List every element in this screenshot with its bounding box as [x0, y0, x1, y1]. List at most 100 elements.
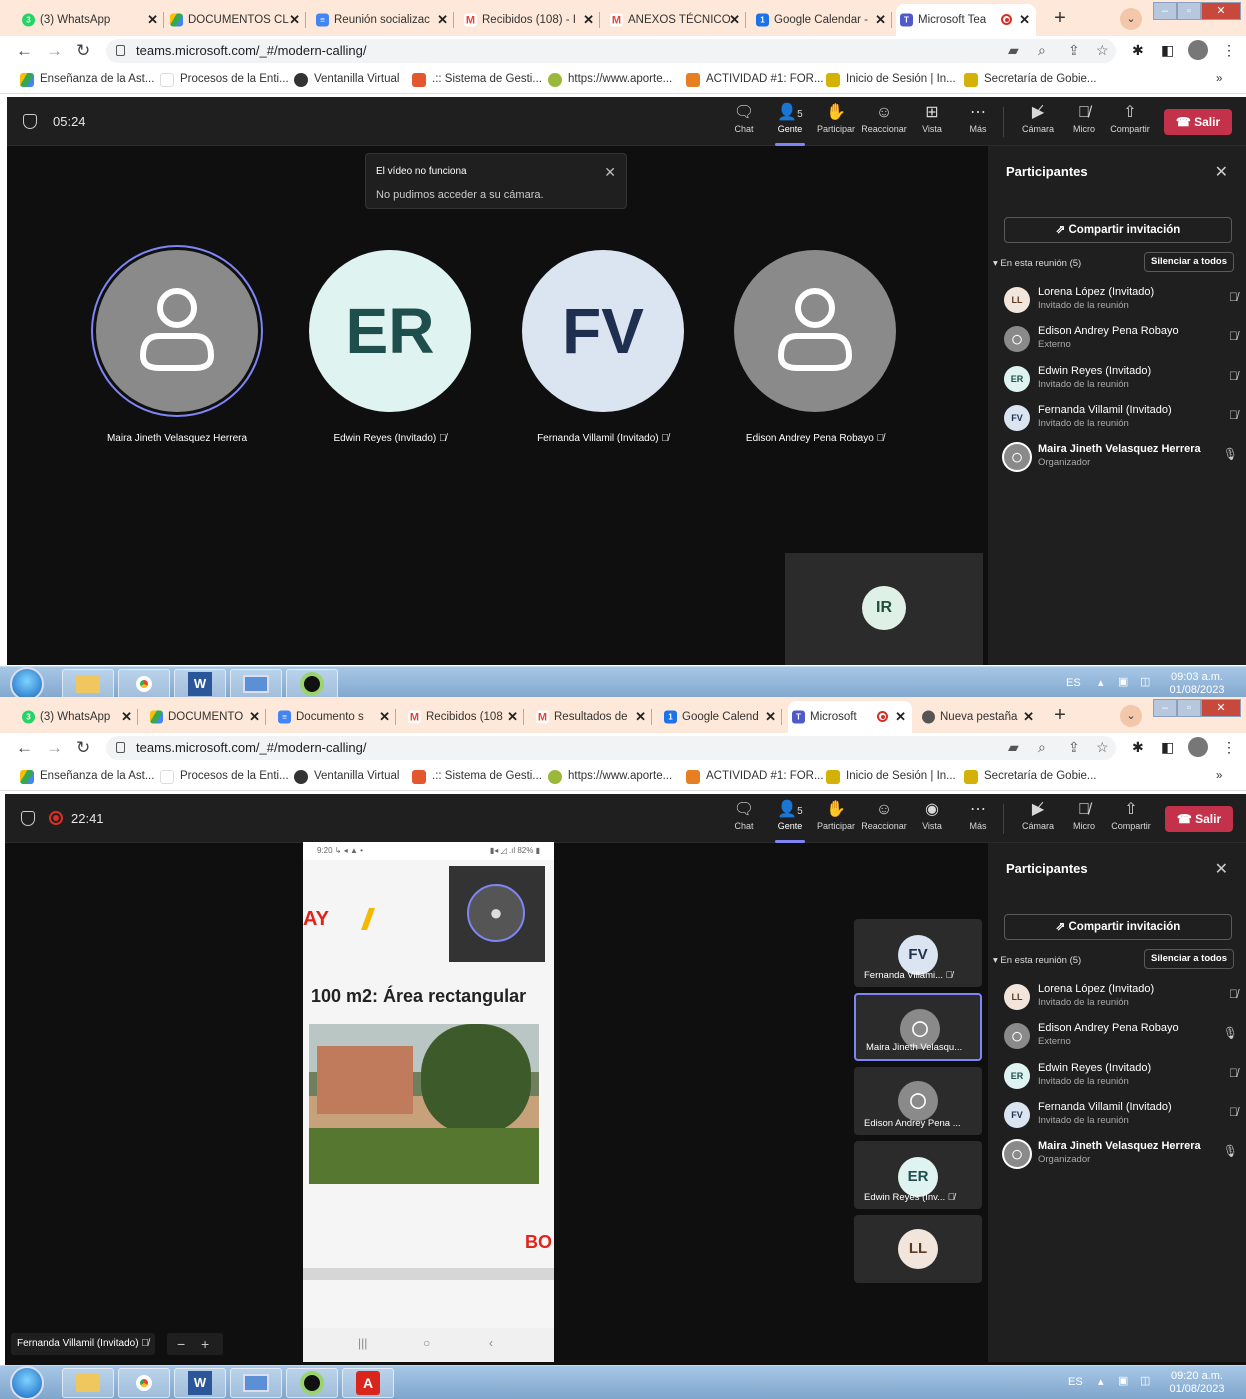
close-tab-icon[interactable]: ✕: [507, 709, 518, 725]
view-button[interactable]: ⊞ Vista: [909, 103, 955, 134]
url-field[interactable]: teams.microsoft.com/_#/modern-calling/: [106, 736, 1116, 760]
bookmark-item[interactable]: .:: Sistema de Gesti...: [412, 73, 542, 87]
restore-button[interactable]: ▫: [1177, 699, 1201, 717]
tab-microsoft-teams[interactable]: T Microsoft Tea ✕: [896, 4, 1036, 36]
camera-button[interactable]: ▶̸ Cámara: [1015, 103, 1061, 134]
windows-start-button[interactable]: [10, 667, 44, 700]
in-meeting-header[interactable]: ▾ En esta reunión (5): [993, 955, 1081, 966]
chrome-icon[interactable]: [118, 669, 170, 699]
bookmark-item[interactable]: Secretaría de Gobie...: [964, 73, 1097, 87]
mute-all-button[interactable]: Silenciar a todos: [1144, 252, 1234, 272]
close-tab-icon[interactable]: ✕: [289, 12, 300, 28]
scrollbar[interactable]: [303, 1268, 554, 1280]
more-bookmarks-icon[interactable]: »: [1216, 73, 1222, 85]
participant-row[interactable]: LL Lorena López (Invitado) Invitado de la …: [1004, 284, 1238, 322]
bookmark-star-icon[interactable]: ☆: [1096, 42, 1109, 59]
system-clock[interactable]: 09:20 a.m. 01/08/2023: [1166, 1370, 1228, 1396]
chrome-icon[interactable]: [118, 1368, 170, 1398]
participant-row[interactable]: ◯ Maira Jineth Velasquez Herrera Organizad…: [1004, 1138, 1238, 1176]
bookmark-item[interactable]: ACTIVIDAD #1: FOR...: [686, 770, 824, 784]
new-tab-button[interactable]: +: [1048, 704, 1072, 728]
extensions-icon[interactable]: ✱: [1132, 42, 1144, 59]
remote-desktop-icon[interactable]: [230, 669, 282, 699]
tab-whatsapp[interactable]: 3 (3) WhatsApp ✕: [18, 6, 164, 34]
mute-all-button[interactable]: Silenciar a todos: [1144, 949, 1234, 969]
raise-hand-button[interactable]: ✋ Participar: [813, 103, 859, 134]
chat-button[interactable]: 🗨 Chat: [721, 800, 767, 831]
url-field[interactable]: teams.microsoft.com/_#/modern-calling/: [106, 39, 1116, 63]
participant-row[interactable]: ◯ Maira Jineth Velasquez Herrera Organizad…: [1004, 441, 1238, 479]
forward-icon[interactable]: →: [46, 41, 63, 61]
zoom-icon[interactable]: ⌕: [1038, 42, 1046, 59]
close-panel-icon[interactable]: ✕: [1215, 859, 1228, 879]
chat-button[interactable]: 🗨 Chat: [721, 103, 767, 134]
more-button[interactable]: ⋯ Más: [955, 800, 1001, 831]
tab-gmail-recibidos[interactable]: M Recibidos (108 ✕: [404, 703, 524, 731]
mic-button[interactable]: 🎙̸ Micro: [1061, 103, 1107, 134]
bookmark-item[interactable]: Procesos de la Enti...: [160, 770, 289, 784]
close-tab-icon[interactable]: ✕: [379, 709, 390, 725]
view-button[interactable]: ◉ Vista: [909, 800, 955, 831]
minimize-button[interactable]: –: [1153, 2, 1177, 20]
more-button[interactable]: ⋯ Más: [955, 103, 1001, 134]
tab-whatsapp[interactable]: 3 (3) WhatsApp ✕: [18, 703, 138, 731]
close-tab-icon[interactable]: ✕: [437, 12, 448, 28]
react-button[interactable]: ☺ Reaccionar: [861, 800, 907, 831]
bookmark-item[interactable]: Secretaría de Gobie...: [964, 770, 1097, 784]
recorder-app-icon[interactable]: [286, 1368, 338, 1398]
participant-row[interactable]: FV Fernanda Villamil (Invitado) Invitado d…: [1004, 402, 1238, 440]
menu-dots-icon[interactable]: ⋮: [1222, 739, 1236, 756]
close-tab-icon[interactable]: ✕: [895, 709, 906, 725]
self-view-tile[interactable]: IR: [785, 553, 983, 665]
participant-row[interactable]: ◯ Edison Andrey Pena Robayo Externo 🎙̸: [1004, 323, 1238, 361]
close-tab-icon[interactable]: ✕: [147, 12, 158, 28]
volume-icon[interactable]: ◫: [1140, 1375, 1150, 1388]
bookmark-item[interactable]: https://www.aporte...: [548, 770, 672, 784]
participant-row[interactable]: ER Edwin Reyes (Invitado) Invitado de la r…: [1004, 363, 1238, 401]
forward-icon[interactable]: →: [46, 738, 63, 758]
minimize-button[interactable]: –: [1153, 699, 1177, 717]
volume-icon[interactable]: ◫: [1140, 676, 1150, 689]
tab-google-calendar[interactable]: 1 Google Calend ✕: [660, 703, 782, 731]
leave-button[interactable]: ☎ Salir: [1165, 806, 1233, 832]
bookmark-item[interactable]: https://www.aporte...: [548, 73, 672, 87]
reload-icon[interactable]: ↻: [76, 738, 90, 758]
close-tab-icon[interactable]: ✕: [729, 12, 740, 28]
camera-blocked-icon[interactable]: ▰: [1008, 739, 1019, 756]
side-panel-icon[interactable]: ◧: [1161, 739, 1174, 756]
back-icon[interactable]: ‹: [489, 1336, 493, 1350]
share-button[interactable]: ⇧ Compartir: [1107, 103, 1153, 134]
mic-button[interactable]: 🎙̸ Micro: [1061, 800, 1107, 831]
zoom-in-icon[interactable]: +: [201, 1333, 209, 1355]
restore-button[interactable]: ▫: [1177, 2, 1201, 20]
show-hidden-icons-icon[interactable]: ▴: [1098, 677, 1104, 690]
close-tab-icon[interactable]: ✕: [635, 709, 646, 725]
language-indicator[interactable]: ES: [1066, 677, 1081, 690]
video-tile[interactable]: ER Edwin Reyes (Inv... 🎙̸: [854, 1141, 982, 1209]
menu-dots-icon[interactable]: ⋮: [1222, 42, 1236, 59]
file-explorer-icon[interactable]: [62, 1368, 114, 1398]
bookmark-item[interactable]: ACTIVIDAD #1: FOR...: [686, 73, 824, 87]
raise-hand-button[interactable]: ✋ Participar: [813, 800, 859, 831]
close-icon[interactable]: ✕: [604, 164, 616, 181]
network-icon[interactable]: ▣: [1118, 676, 1128, 689]
tab-search-chevron-icon[interactable]: ⌄: [1120, 705, 1142, 727]
show-hidden-icons-icon[interactable]: ▴: [1098, 1376, 1104, 1389]
file-explorer-icon[interactable]: [62, 669, 114, 699]
recent-apps-icon[interactable]: |||: [358, 1336, 367, 1350]
share-page-icon[interactable]: ⇪: [1068, 739, 1080, 756]
back-icon[interactable]: ←: [16, 41, 33, 61]
bookmark-item[interactable]: .:: Sistema de Gesti...: [412, 770, 542, 784]
tab-documento-s[interactable]: ≡ Documento s ✕: [274, 703, 396, 731]
word-icon[interactable]: W: [174, 1368, 226, 1398]
tab-documentos[interactable]: DOCUMENTOS CL ✕: [166, 6, 306, 34]
share-invite-button[interactable]: ⇗ Compartir invitación: [1004, 217, 1232, 243]
participant-row[interactable]: FV Fernanda Villamil (Invitado) Invitado d…: [1004, 1099, 1238, 1137]
share-page-icon[interactable]: ⇪: [1068, 42, 1080, 59]
close-tab-icon[interactable]: ✕: [765, 709, 776, 725]
tab-microsoft-teams[interactable]: T Microsoft ✕: [788, 701, 912, 733]
camera-blocked-icon[interactable]: ▰: [1008, 42, 1019, 59]
tab-anexos[interactable]: M ANEXOS TÉCNICO ✕: [606, 6, 746, 34]
close-tab-icon[interactable]: ✕: [121, 709, 132, 725]
bookmark-item[interactable]: Enseñanza de la Ast...: [20, 73, 154, 87]
